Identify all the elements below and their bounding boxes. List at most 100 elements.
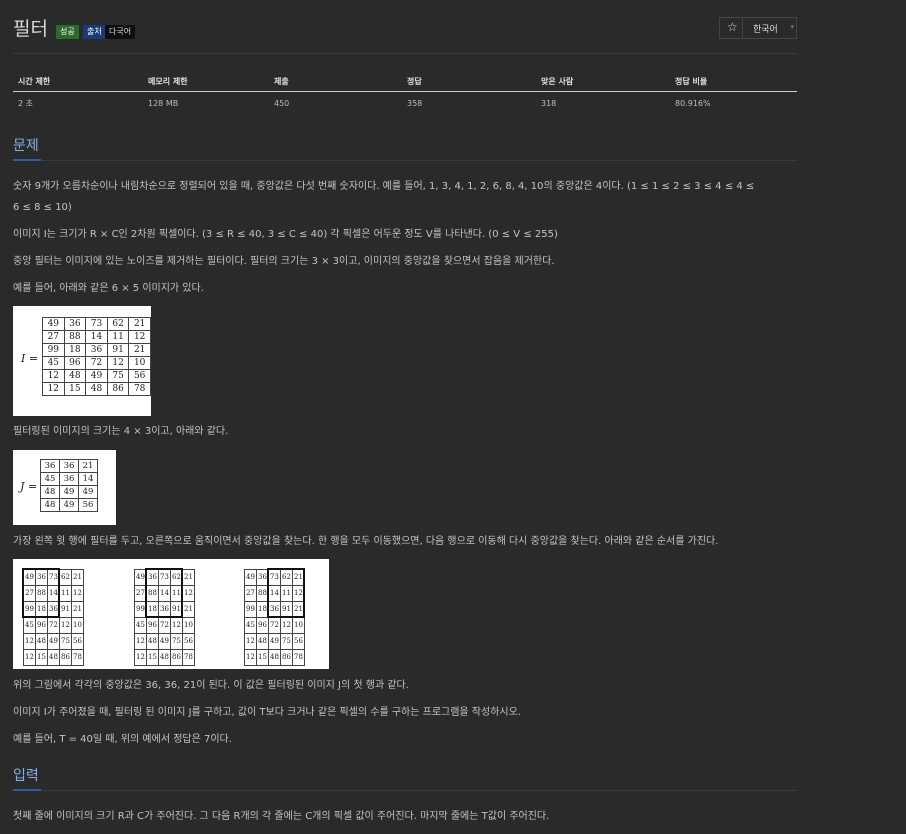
- matrix-cell: 88: [63, 330, 87, 344]
- matrix-cell: 48: [40, 485, 60, 499]
- page-title: 필터: [13, 18, 48, 40]
- matrix-cell: 11: [106, 330, 130, 344]
- matrix-cell: 12: [42, 369, 65, 383]
- problem-stats-table: 시간 제한 메모리 제한 제출 정답 맞은 사람 정답 비율 2 초 128 M…: [13, 72, 797, 114]
- image-i-label: I =: [21, 352, 39, 365]
- matrix-cell: 49: [244, 569, 257, 586]
- matrix-row: 45 96 72 12 10: [23, 617, 84, 634]
- image-i-matrix: 49 36 73 62 21 27 88 14 11 12 99 18 36 91 21 45 96 72 12 10…: [42, 317, 151, 396]
- matrix-cell: 56: [78, 498, 98, 512]
- matrix-cell: 14: [85, 330, 108, 344]
- matrix-cell: 56: [182, 633, 195, 650]
- matrix-row: 12 15 48 86 78: [23, 649, 84, 666]
- matrix-cell: 75: [106, 369, 130, 383]
- matrix-cell: 21: [182, 601, 195, 618]
- image-i-figure: I = 49 36 73 62 21 27 88 14 11 12 99 18 36 91 21 45 96 72…: [13, 306, 151, 416]
- matrix-cell: 75: [280, 633, 293, 650]
- matrix-cell: 21: [78, 459, 98, 473]
- stats-value: 128 MB: [148, 98, 179, 108]
- badge-source[interactable]: 출처: [83, 25, 106, 39]
- matrix-row: 45 96 72 12 10: [42, 356, 151, 370]
- matrix-cell: 15: [35, 649, 48, 666]
- matrix-cell: 48: [63, 369, 87, 383]
- problem-text-1b: 6 ≤ 8 ≤ 10): [13, 202, 72, 213]
- matrix-cell: 78: [292, 649, 305, 666]
- matrix-row: 99 18 36 91 21: [42, 343, 151, 357]
- matrix-cell: 36: [59, 472, 79, 486]
- matrix-row: 49 36 73 62 21: [42, 317, 151, 331]
- stats-header-row: 시간 제한 메모리 제한 제출 정답 맞은 사람 정답 비율: [13, 72, 797, 92]
- matrix-cell: 36: [85, 343, 108, 357]
- title-divider: [13, 53, 797, 54]
- matrix-row: 48 49 49: [40, 485, 98, 499]
- language-label: 한국어: [753, 25, 778, 35]
- matrix-row: 12 48 49 75 56: [23, 633, 84, 650]
- matrix-cell: 96: [146, 617, 159, 634]
- input-text-1: 첫째 줄에 이미지의 크기 R과 C가 주어진다. 그 다음 R개의 각 줄에는…: [13, 811, 550, 822]
- matrix-cell: 49: [42, 317, 65, 331]
- matrix-cell: 48: [47, 649, 60, 666]
- matrix-cell: 56: [71, 633, 84, 650]
- badge-success[interactable]: 성공: [56, 25, 79, 39]
- matrix-cell: 21: [71, 601, 84, 618]
- language-select[interactable]: 한국어 ▾: [742, 18, 798, 38]
- matrix-cell: 45: [42, 356, 65, 370]
- matrix-cell: 91: [59, 601, 72, 618]
- problem-text-3: 중앙 필터는 이미지에 있는 노이즈를 제거하는 필터이다. 필터의 크기는 3…: [13, 256, 555, 267]
- stats-header: 정답: [402, 72, 536, 92]
- matrix-row: 45 96 72 12 10: [244, 617, 305, 634]
- title-row: 필터 성공 출처 다국어 ☆ 한국어 ▾: [13, 17, 797, 43]
- matrix-cell: 10: [128, 356, 151, 370]
- stats-header: 시간 제한: [13, 72, 143, 92]
- matrix-cell: 45: [244, 617, 257, 634]
- matrix-cell: 49: [47, 633, 60, 650]
- matrix-cell: 48: [35, 633, 48, 650]
- matrix-cell: 75: [59, 633, 72, 650]
- problem-text-5: 필터링된 이미지의 크기는 4 × 3이고, 아래와 같다.: [13, 426, 229, 437]
- matrix-cell: 86: [170, 649, 183, 666]
- matrix-row: 12 48 49 75 56: [42, 369, 151, 383]
- matrix-cell: 21: [71, 569, 84, 586]
- matrix-cell: 62: [106, 317, 130, 331]
- matrix-cell: 11: [59, 585, 72, 602]
- matrix-cell: 36: [59, 459, 79, 473]
- matrix-cell: 18: [63, 343, 87, 357]
- badge-multilang[interactable]: 다국어: [105, 25, 136, 39]
- matrix-cell: 49: [158, 633, 171, 650]
- matrix-row: 45 36 14: [40, 472, 98, 486]
- section-underline: [13, 789, 41, 791]
- matrix-cell: 49: [268, 633, 281, 650]
- matrix-cell: 10: [292, 617, 305, 634]
- matrix-row: 48 49 56: [40, 498, 98, 512]
- matrix-row: 12 15 48 86 78: [134, 649, 195, 666]
- problem-text-4: 예를 들어, 아래와 같은 6 × 5 이미지가 있다.: [13, 283, 204, 294]
- matrix-cell: 72: [158, 617, 171, 634]
- matrix-cell: 12: [182, 585, 195, 602]
- matrix-cell: 78: [71, 649, 84, 666]
- matrix-cell: 12: [170, 617, 183, 634]
- section-underline: [13, 159, 41, 161]
- matrix-row: 27 88 14 11 12: [42, 330, 151, 344]
- problem-text-9: 예를 들어, T = 40일 때, 위의 예에서 정답은 7이다.: [13, 734, 232, 745]
- matrix-cell: 10: [71, 617, 84, 634]
- matrix-cell: 21: [128, 317, 151, 331]
- matrix-cell: 72: [85, 356, 108, 370]
- matrix-cell: 49: [85, 369, 108, 383]
- matrix-cell: 12: [244, 633, 257, 650]
- matrix-cell: 49: [78, 485, 98, 499]
- matrix-cell: 99: [42, 343, 65, 357]
- problem-heading: 문제: [13, 138, 39, 154]
- matrix-row: 12 15 48 86 78: [42, 382, 151, 396]
- matrix-cell: 12: [42, 382, 65, 396]
- matrix-cell: 12: [134, 649, 147, 666]
- matrix-cell: 48: [256, 633, 269, 650]
- section-divider: [13, 790, 797, 791]
- matrix-cell: 45: [23, 617, 36, 634]
- matrix-cell: 48: [268, 649, 281, 666]
- star-icon[interactable]: ☆: [727, 20, 738, 34]
- matrix-cell: 45: [134, 617, 147, 634]
- matrix-row: 45 96 72 12 10: [134, 617, 195, 634]
- matrix-cell: 62: [59, 569, 72, 586]
- matrix-cell: 12: [23, 649, 36, 666]
- matrix-cell: 72: [47, 617, 60, 634]
